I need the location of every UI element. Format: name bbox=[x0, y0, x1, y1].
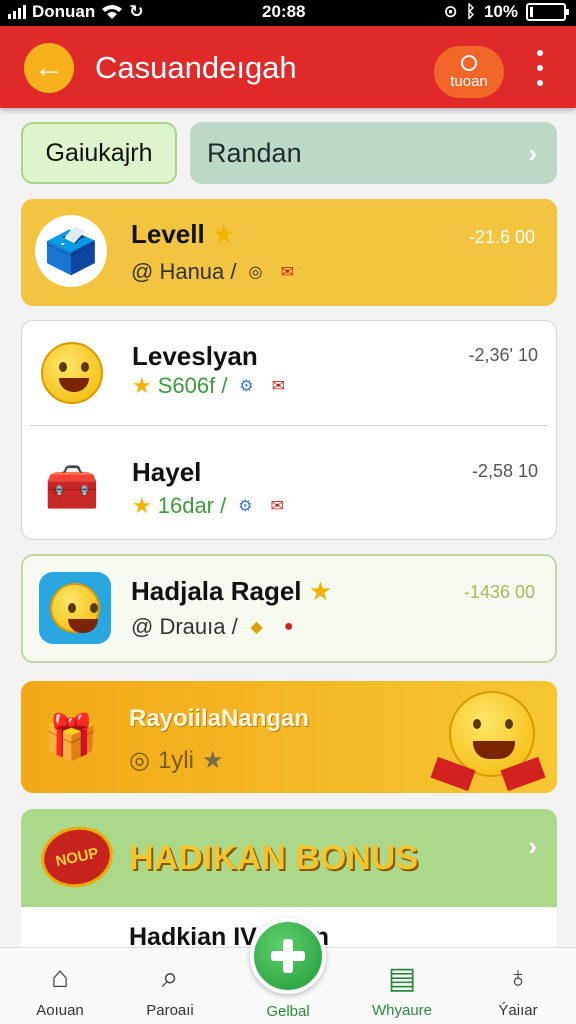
profile-badge-button[interactable]: tuoan bbox=[434, 46, 504, 98]
status-time: 20:88 bbox=[262, 2, 306, 21]
list-item-levell[interactable]: 🗳️ Levell ★ @ Hanua / ◎ ✉ -21.6 00 bbox=[21, 199, 557, 306]
wifi-icon bbox=[102, 5, 123, 19]
app-icon bbox=[39, 572, 111, 644]
nav-item-home[interactable]: ⌂ Aoıuan bbox=[10, 948, 110, 1024]
sync-icon: ↻ bbox=[129, 2, 144, 21]
list-item-hayel[interactable]: 🧰 Hayel ★ 16dar / ⚙ ✉ -2,58 10 bbox=[22, 437, 556, 541]
list-item-leveslyan[interactable]: Leveslyan ★ S606f / ⚙ ✉ -2,36' 10 bbox=[22, 321, 556, 425]
bottom-nav: ⌂ Aoıuan ⌕ Paroaıi Gelbal ▤ Whyaure ♁ Ýa… bbox=[0, 918, 576, 1024]
status-left: Donuan ↻ bbox=[8, 2, 144, 22]
row-subtitle: @ Drauıa / ◆ ● bbox=[131, 614, 302, 640]
bomb-icon: ● bbox=[283, 618, 294, 635]
star-icon: ★ bbox=[132, 373, 152, 398]
status-bar: Donuan ↻ 20:88 ⊙ ᛒ 10% bbox=[0, 0, 576, 26]
battery-percent: 10% bbox=[483, 2, 518, 21]
list-group: Leveslyan ★ S606f / ⚙ ✉ -2,36' 10 🧰 Haye… bbox=[21, 320, 557, 540]
ballot-box-icon: 🗳️ bbox=[35, 215, 107, 287]
bonus-badge: NOUP bbox=[35, 820, 119, 894]
ring-icon: ◎ bbox=[248, 264, 263, 281]
row-subtitle: @ Hanua / ◎ ✉ bbox=[131, 259, 301, 285]
compass-icon: ◎ bbox=[129, 747, 150, 774]
list-item-hadjala-ragel[interactable]: Hadjala Ragel ★ @ Drauıa / ◆ ● -1436 00 bbox=[21, 554, 557, 663]
star-icon: ★ bbox=[132, 493, 152, 518]
nav-center-button[interactable] bbox=[250, 918, 326, 994]
nav-item-alerts[interactable]: ♁ Ýaiıar bbox=[468, 948, 568, 1024]
timer-icon bbox=[461, 54, 477, 71]
app-header: ← Casuandeıgah tuoan bbox=[0, 26, 576, 108]
star-icon: ★ bbox=[201, 747, 224, 774]
gift-icon: ✉ bbox=[271, 378, 286, 395]
row-title: Hadjala Ragel ★ bbox=[131, 576, 333, 606]
filter-chip[interactable]: Gaiukajrh bbox=[21, 122, 177, 184]
divider bbox=[30, 425, 548, 426]
row-subtitle: ★ S606f / ⚙ ✉ bbox=[132, 373, 291, 399]
promo-banner[interactable]: 🎁 RayoiilaNangan ◎ 1yli ★ bbox=[21, 681, 557, 793]
ticket-icon: ◆ bbox=[250, 619, 263, 636]
chevron-right-icon: › bbox=[528, 138, 537, 168]
promo-subtitle: ◎ 1yli ★ bbox=[129, 746, 224, 775]
carrier-label: Donuan bbox=[32, 2, 96, 21]
nav-item-search[interactable]: ⌕ Paroaıi bbox=[120, 948, 220, 1024]
gear-icon: ⚙ bbox=[238, 498, 253, 515]
search-selector[interactable]: Randan › bbox=[190, 122, 557, 184]
row-value: -21.6 00 bbox=[468, 227, 535, 247]
row-title: Leveslyan bbox=[132, 341, 258, 371]
row-value: -2,58 10 bbox=[471, 461, 538, 481]
gift-icon: ✉ bbox=[270, 498, 284, 515]
row-value: -1436 00 bbox=[463, 582, 535, 602]
row-title: Levell ★ bbox=[131, 219, 236, 249]
search-selector-value: Randan bbox=[207, 137, 302, 168]
nav-center-label: Gelbal bbox=[266, 1003, 310, 1020]
star-icon: ★ bbox=[308, 576, 333, 606]
home-icon: ⌂ bbox=[50, 961, 70, 994]
plus-icon bbox=[269, 937, 307, 975]
gear-icon: ⚙ bbox=[239, 378, 254, 395]
chevron-right-icon: › bbox=[528, 831, 537, 861]
signal-icon bbox=[8, 5, 26, 19]
page-title: Casuandeıgah bbox=[95, 50, 297, 85]
magnifier-icon: ⌕ bbox=[161, 961, 179, 994]
row-value: -2,36' 10 bbox=[468, 345, 539, 365]
status-right: ⊙ ᛒ 10% bbox=[443, 2, 569, 22]
wallet-icon: ▤ bbox=[387, 961, 417, 995]
nav-item-wallet[interactable]: ▤ Whyaure bbox=[352, 948, 452, 1024]
more-menu-icon[interactable] bbox=[530, 50, 550, 86]
gift-boxes-icon: 🎁 bbox=[43, 713, 99, 762]
battery-icon bbox=[526, 3, 569, 21]
promo-title: RayoiilaNangan bbox=[129, 705, 310, 732]
bluetooth-icon: ᛒ bbox=[465, 2, 476, 21]
profile-badge-label: tuoan bbox=[450, 72, 488, 90]
gift-icon: ✉ bbox=[280, 264, 295, 281]
row-subtitle: ★ 16dar / ⚙ ✉ bbox=[132, 493, 290, 519]
smiley-icon bbox=[36, 337, 108, 409]
bell-icon: ♁ bbox=[506, 961, 530, 994]
sun-mascot-icon bbox=[430, 685, 546, 792]
row-title: Hayel bbox=[132, 457, 202, 487]
back-button[interactable]: ← bbox=[24, 43, 74, 93]
treasure-chest-icon: 🧰 bbox=[44, 463, 100, 512]
star-icon: ★ bbox=[211, 219, 236, 249]
alarm-icon: ⊙ bbox=[443, 2, 458, 21]
arrow-left-icon: ← bbox=[34, 51, 64, 84]
bonus-title: HADIKAN BONUS bbox=[129, 839, 418, 877]
